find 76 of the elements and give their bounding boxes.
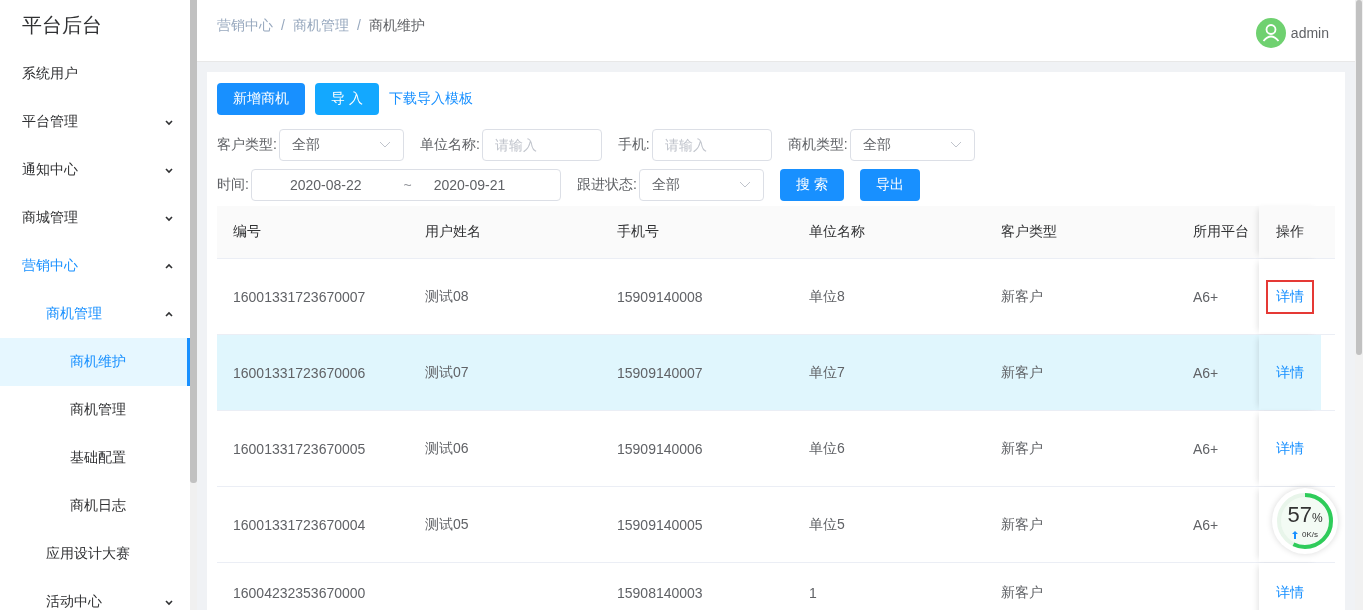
table-cell: 新客户 [1001,439,1043,458]
filter-label: 手机: [617,136,650,154]
table-cell: 新客户 [1001,363,1043,382]
breadcrumb-item: 商机维护 [368,17,425,35]
table-cell: 16001331723670005 [233,440,366,457]
column-header: 操作 [1259,206,1321,258]
speed-value: 0K/s [1302,530,1318,539]
table-cell: 16001331723670006 [233,364,366,381]
chevron-icon [949,141,962,149]
table-cell: 测试06 [425,439,469,458]
percent-value: 57% [1287,503,1323,529]
table-cell: 测试07 [425,363,469,382]
table-cell: 1 [809,585,817,601]
sidebar-item[interactable]: 商机管理 [0,290,190,338]
table-cell: 新客户 [1001,584,1043,602]
user-name[interactable]: admin [1290,25,1329,41]
table-cell: 15909140008 [617,288,703,305]
table-cell: 单位8 [809,287,845,306]
column-header: 用户姓名 [424,222,482,241]
column-header: 所用平台 [1192,222,1250,241]
filter-label: 客户类型: [217,136,277,154]
table-cell: 测试08 [425,287,469,306]
sidebar-item[interactable]: 应用设计大赛 [0,530,190,578]
filter-label: 跟进状态: [576,176,637,194]
app-title: 平台后台 [21,12,103,38]
table-cell: A6+ [1193,516,1219,533]
chevron-icon [378,141,391,149]
input-field[interactable]: 请输入 [651,129,772,161]
sidebar-item[interactable]: 商城管理 [0,194,190,242]
sidebar-item[interactable]: 商机管理 [0,386,190,434]
select-field[interactable]: 全部 [278,129,404,161]
column-header: 手机号 [616,222,660,241]
column-header: 单位名称 [808,222,866,241]
select-field[interactable]: 全部 [849,129,975,161]
table-cell: 测试05 [425,515,469,534]
scrollbar[interactable] [1355,0,1363,610]
details-link[interactable]: 详情 [1276,287,1304,306]
scrollbar[interactable] [190,0,197,610]
chevron-icon [738,181,751,189]
filter-label: 时间: [217,176,249,194]
table-cell: A6+ [1193,440,1219,457]
table-cell: 新客户 [1001,515,1043,534]
details-link[interactable]: 详情 [1276,439,1304,458]
date-range-field[interactable]: 2020-08-22 ~ 2020-09-21 [250,169,561,201]
column-header: 客户类型 [1000,222,1058,241]
download-template-link[interactable]: 下载导入模板 [388,90,473,108]
filter-label: 单位名称: [419,136,480,154]
table-cell: 16001331723670007 [233,288,366,305]
table-cell: 15908140003 [617,585,703,601]
table-cell: 15909140007 [617,364,703,381]
table-cell: 15909140006 [617,440,703,457]
select-field[interactable]: 全部 [638,169,764,201]
sidebar-item[interactable]: 基础配置 [0,434,190,482]
table-cell: 16001331723670004 [233,516,366,533]
table-cell: A6+ [1193,364,1219,381]
table-cell: 单位5 [809,515,845,534]
sidebar-item[interactable]: 活动中心 [0,578,190,610]
details-link[interactable]: 详情 [1276,584,1304,602]
table-row[interactable]: 16001331723670006 测试07 15909140007 单位7 新客户 A6+ [217,335,1259,410]
upload-arrow-icon [1292,530,1298,539]
table-cell: 16004232353670000 [233,585,366,601]
sidebar-item[interactable]: 系统用户 [0,50,190,98]
breadcrumb-separator: / [356,17,361,35]
table-cell: 新客户 [1001,287,1043,306]
filter-label: 商机类型: [787,136,848,154]
sidebar-item[interactable]: 通知中心 [0,146,190,194]
input-field[interactable]: 请输入 [481,129,602,161]
table-cell: 单位6 [809,439,845,458]
column-header: 编号 [232,222,262,241]
breadcrumb-separator: / [281,17,285,35]
avatar-icon[interactable] [1255,18,1286,48]
table-cell: 15909140005 [617,516,703,533]
sidebar-item[interactable]: 商机日志 [0,482,190,530]
table-cell: A6+ [1193,288,1219,305]
sidebar-item[interactable]: 平台管理 [0,98,190,146]
table-cell: 单位7 [809,363,845,382]
